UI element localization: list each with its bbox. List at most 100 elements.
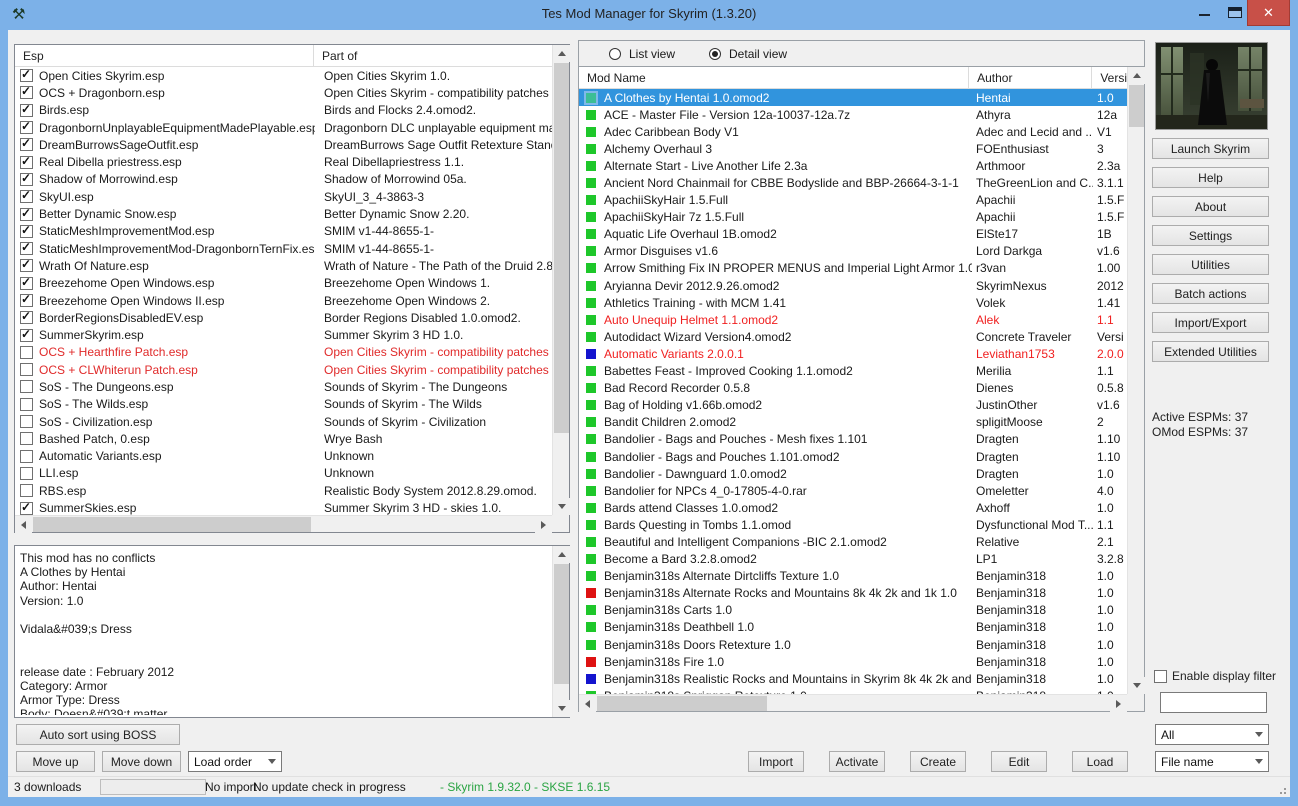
esp-row[interactable]: Birds.esp Birds and Flocks 2.4.omod2.: [15, 102, 552, 119]
mod-vscroll-thumb[interactable]: [1129, 85, 1144, 127]
esp-vscroll-thumb[interactable]: [554, 63, 569, 433]
batch-actions-button[interactable]: Batch actions: [1152, 283, 1269, 304]
esp-checkbox[interactable]: [20, 225, 33, 238]
mod-row[interactable]: Benjamin318s Carts 1.0 Benjamin318 1.0: [579, 602, 1127, 619]
mod-row[interactable]: Benjamin318s Fire 1.0 Benjamin318 1.0: [579, 653, 1127, 670]
esp-checkbox[interactable]: [20, 432, 33, 445]
resize-grip[interactable]: [1276, 784, 1286, 794]
esp-row[interactable]: Automatic Variants.esp Unknown: [15, 448, 552, 465]
mod-row[interactable]: Autodidact Wizard Version4.omod2 Concret…: [579, 328, 1127, 345]
part-of-column-header[interactable]: Part of: [314, 45, 552, 66]
mod-row[interactable]: Benjamin318s Deathbell 1.0 Benjamin318 1…: [579, 619, 1127, 636]
load-button[interactable]: Load: [1072, 751, 1128, 772]
esp-checkbox[interactable]: [20, 190, 33, 203]
esp-checkbox[interactable]: [20, 502, 33, 515]
esp-row[interactable]: SummerSkyrim.esp Summer Skyrim 3 HD 1.0.: [15, 326, 552, 343]
enable-display-filter-checkbox[interactable]: [1154, 670, 1167, 683]
mod-row[interactable]: ACE - Master File - Version 12a-10037-12…: [579, 106, 1127, 123]
mod-row[interactable]: Bandit Children 2.omod2 spligitMoose 2: [579, 414, 1127, 431]
mod-row[interactable]: Benjamin318s Realistic Rocks and Mountai…: [579, 670, 1127, 687]
mod-hscroll-thumb[interactable]: [597, 696, 767, 711]
esp-checkbox[interactable]: [20, 69, 33, 82]
mod-row[interactable]: Benjamin318s Spriggan Retexture 1.0 Benj…: [579, 687, 1127, 694]
version-column-header[interactable]: Versi: [1091, 67, 1127, 88]
esp-row[interactable]: RBS.esp Realistic Body System 2012.8.29.…: [15, 482, 552, 499]
esp-row[interactable]: SoS - The Dungeons.esp Sounds of Skyrim …: [15, 378, 552, 395]
mod-row[interactable]: Benjamin318s Doors Retexture 1.0 Benjami…: [579, 636, 1127, 653]
esp-row[interactable]: OCS + CLWhiterun Patch.esp Open Cities S…: [15, 361, 552, 378]
mod-row[interactable]: ApachiiSkyHair 1.5.Full Apachii 1.5.F: [579, 192, 1127, 209]
mod-row[interactable]: Adec Caribbean Body V1 Adec and Lecid an…: [579, 123, 1127, 140]
move-down-button[interactable]: Move down: [102, 751, 181, 772]
mod-row[interactable]: Arrow Smithing Fix IN PROPER MENUS and I…: [579, 260, 1127, 277]
description-scroll-thumb[interactable]: [554, 564, 569, 684]
mod-row[interactable]: Bandolier - Dawnguard 1.0.omod2 Dragten …: [579, 465, 1127, 482]
mod-row[interactable]: Athletics Training - with MCM 1.41 Volek…: [579, 294, 1127, 311]
esp-row[interactable]: StaticMeshImprovementMod.esp SMIM v1-44-…: [15, 223, 552, 240]
filter-field-dropdown[interactable]: File name: [1155, 751, 1269, 772]
mod-row[interactable]: Automatic Variants 2.0.0.1 Leviathan1753…: [579, 345, 1127, 362]
esp-row[interactable]: Breezehome Open Windows.esp Breezehome O…: [15, 275, 552, 292]
esp-row[interactable]: Breezehome Open Windows II.esp Breezehom…: [15, 292, 552, 309]
esp-row[interactable]: Real Dibella priestress.esp Real Dibella…: [15, 153, 552, 170]
esp-checkbox[interactable]: [20, 380, 33, 393]
load-order-dropdown[interactable]: Load order: [188, 751, 282, 772]
list-view-radio[interactable]: [609, 48, 621, 60]
esp-checkbox[interactable]: [20, 398, 33, 411]
esp-row[interactable]: SoS - The Wilds.esp Sounds of Skyrim - T…: [15, 396, 552, 413]
esp-row[interactable]: OCS + Dragonborn.esp Open Cities Skyrim …: [15, 84, 552, 101]
esp-row[interactable]: StaticMeshImprovementMod-DragonbornTernF…: [15, 240, 552, 257]
esp-checkbox[interactable]: [20, 311, 33, 324]
esp-checkbox[interactable]: [20, 104, 33, 117]
mod-row[interactable]: Aryianna Devir 2012.9.26.omod2 SkyrimNex…: [579, 277, 1127, 294]
esp-checkbox[interactable]: [20, 294, 33, 307]
mod-row[interactable]: Alternate Start - Live Another Life 2.3a…: [579, 157, 1127, 174]
mod-row[interactable]: Bandolier - Bags and Pouches - Mesh fixe…: [579, 431, 1127, 448]
esp-hscroll-thumb[interactable]: [33, 517, 311, 532]
mod-row[interactable]: Bandolier - Bags and Pouches 1.101.omod2…: [579, 448, 1127, 465]
mod-row[interactable]: Bad Record Recorder 0.5.8 Dienes 0.5.8: [579, 380, 1127, 397]
mod-row[interactable]: A Clothes by Hentai 1.0.omod2 Hentai 1.0: [579, 89, 1127, 106]
esp-row[interactable]: Wrath Of Nature.esp Wrath of Nature - Th…: [15, 257, 552, 274]
esp-row[interactable]: SummerSkies.esp Summer Skyrim 3 HD - ski…: [15, 499, 552, 515]
import-export-button[interactable]: Import/Export: [1152, 312, 1269, 333]
mod-row[interactable]: Ancient Nord Chainmail for CBBE Bodyslid…: [579, 174, 1127, 191]
mod-row[interactable]: ApachiiSkyHair 7z 1.5.Full Apachii 1.5.F: [579, 209, 1127, 226]
detail-view-radio[interactable]: [709, 48, 721, 60]
mod-horizontal-scrollbar[interactable]: [579, 694, 1127, 711]
esp-checkbox[interactable]: [20, 277, 33, 290]
esp-row[interactable]: DreamBurrowsSageOutfit.esp DreamBurrows …: [15, 136, 552, 153]
auto-sort-boss-button[interactable]: Auto sort using BOSS: [16, 724, 180, 745]
minimize-button[interactable]: [1190, 0, 1218, 24]
mod-row[interactable]: Babettes Feast - Improved Cooking 1.1.om…: [579, 363, 1127, 380]
esp-checkbox[interactable]: [20, 259, 33, 272]
mod-row[interactable]: Beautiful and Intelligent Companions -BI…: [579, 533, 1127, 550]
esp-checkbox[interactable]: [20, 208, 33, 221]
esp-checkbox[interactable]: [20, 329, 33, 342]
esp-checkbox[interactable]: [20, 242, 33, 255]
mod-row[interactable]: Alchemy Overhaul 3 FOEnthusiast 3: [579, 140, 1127, 157]
display-filter-input[interactable]: [1160, 692, 1267, 713]
description-scrollbar[interactable]: [552, 546, 569, 717]
launch-skyrim-button[interactable]: Launch Skyrim: [1152, 138, 1269, 159]
esp-row[interactable]: Better Dynamic Snow.esp Better Dynamic S…: [15, 205, 552, 222]
mod-row[interactable]: Bards attend Classes 1.0.omod2 Axhoff 1.…: [579, 499, 1127, 516]
mod-row[interactable]: Benjamin318s Alternate Dirtcliffs Textur…: [579, 568, 1127, 585]
mod-row[interactable]: Auto Unequip Helmet 1.1.omod2 Alek 1.1: [579, 311, 1127, 328]
mod-row[interactable]: Armor Disguises v1.6 Lord Darkga v1.6: [579, 243, 1127, 260]
esp-row[interactable]: SoS - Civilization.esp Sounds of Skyrim …: [15, 413, 552, 430]
esp-column-header[interactable]: Esp: [15, 45, 314, 66]
filter-scope-dropdown[interactable]: All: [1155, 724, 1269, 745]
esp-row[interactable]: Open Cities Skyrim.esp Open Cities Skyri…: [15, 67, 552, 84]
mod-row[interactable]: Bag of Holding v1.66b.omod2 JustinOther …: [579, 397, 1127, 414]
esp-checkbox[interactable]: [20, 138, 33, 151]
maximize-button[interactable]: [1222, 0, 1248, 24]
close-button[interactable]: ✕: [1247, 0, 1290, 26]
esp-row[interactable]: LLI.esp Unknown: [15, 465, 552, 482]
mod-row[interactable]: Aquatic Life Overhaul 1B.omod2 ElSte17 1…: [579, 226, 1127, 243]
esp-checkbox[interactable]: [20, 467, 33, 480]
esp-checkbox[interactable]: [20, 415, 33, 428]
esp-row[interactable]: Bashed Patch, 0.esp Wrye Bash: [15, 430, 552, 447]
esp-horizontal-scrollbar[interactable]: [15, 515, 552, 532]
esp-checkbox[interactable]: [20, 173, 33, 186]
